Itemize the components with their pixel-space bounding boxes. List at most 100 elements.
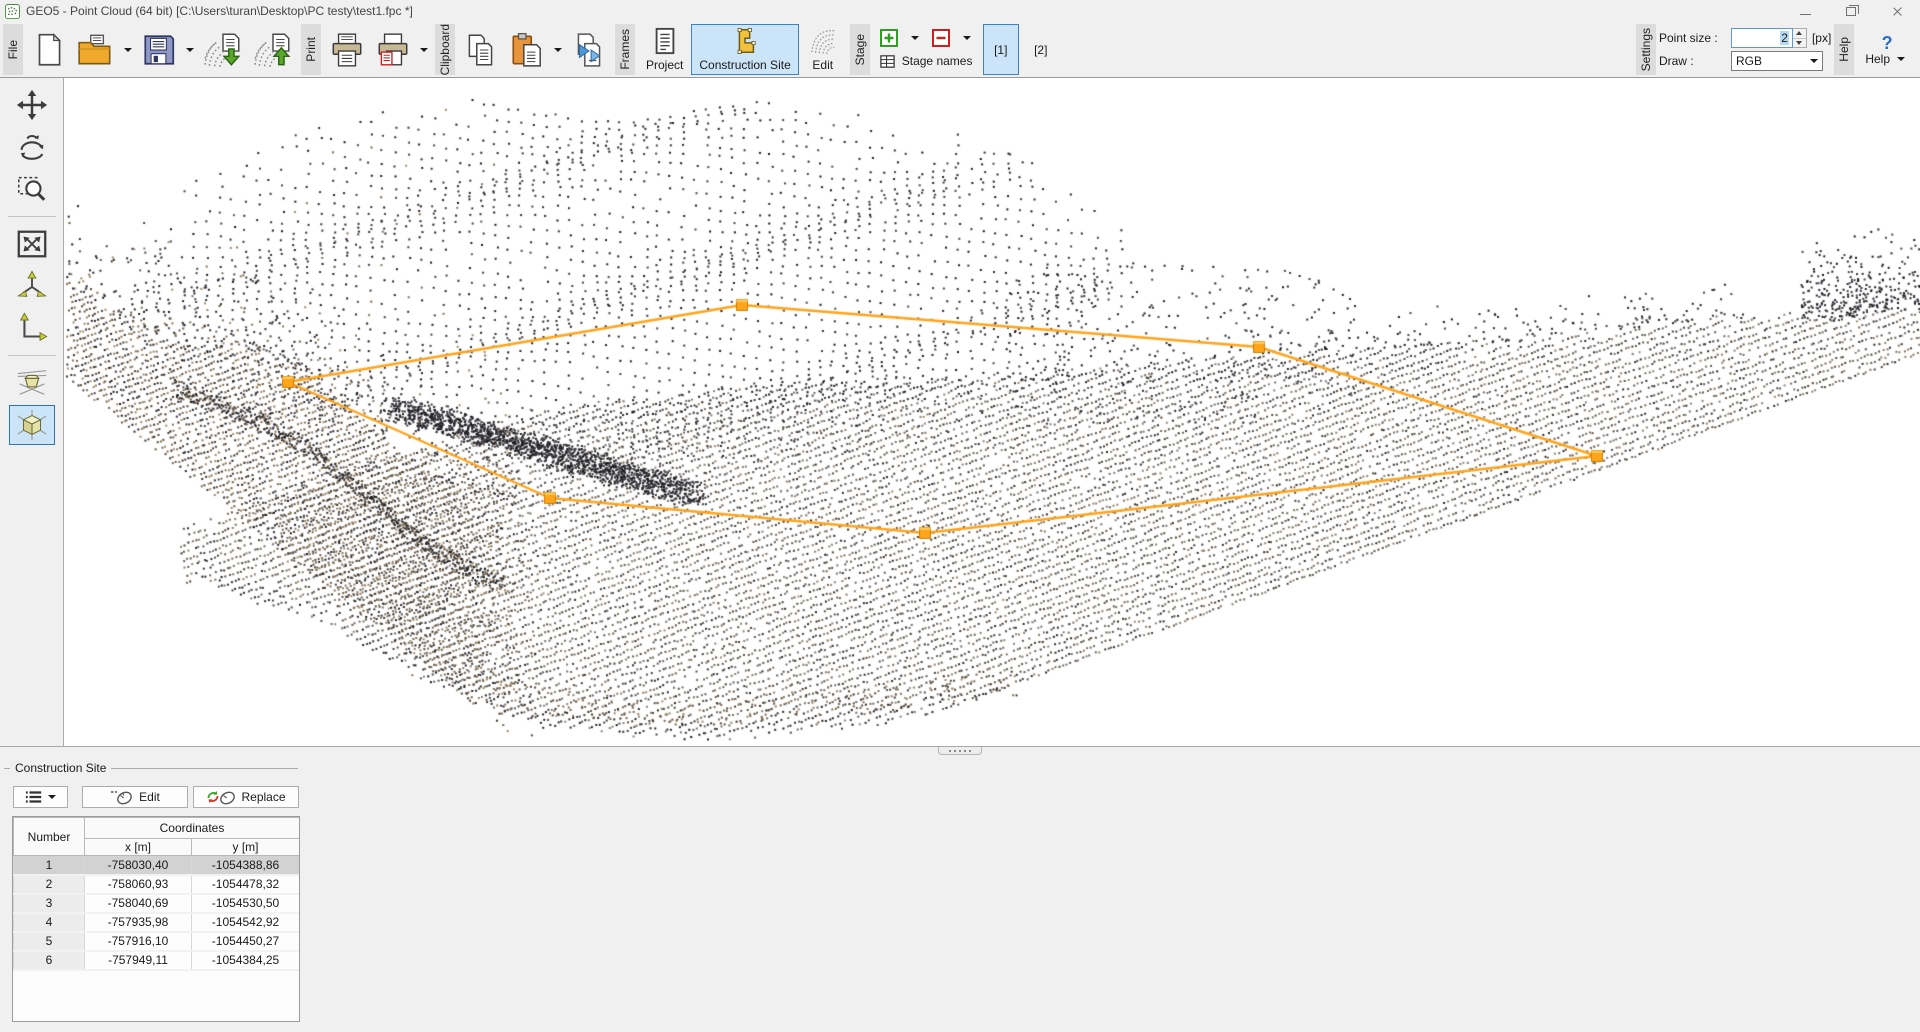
open-file-button[interactable] xyxy=(72,24,120,75)
new-file-button[interactable] xyxy=(26,24,72,75)
rotate-tool-button[interactable] xyxy=(9,127,55,167)
copy-button[interactable] xyxy=(458,24,504,75)
construction-site-panel: Construction Site Edit Replace Number xyxy=(0,757,1920,1032)
table-row[interactable]: 1-758030,40-1054388,86 xyxy=(14,856,300,875)
add-stage-caret-icon[interactable] xyxy=(911,36,919,40)
edit-polygon-button[interactable]: Edit xyxy=(82,786,188,808)
draw-mode-select[interactable]: RGB xyxy=(1731,51,1823,71)
help-button[interactable]: ? Help xyxy=(1857,24,1917,75)
pan-tool-button[interactable] xyxy=(9,85,55,125)
view-2d-axes-tool-button[interactable] xyxy=(9,308,55,348)
zoom-window-tool-button[interactable] xyxy=(9,169,55,209)
perspective-view-tool-button[interactable] xyxy=(9,363,55,403)
coordinate-y-cell[interactable]: -1054542,92 xyxy=(192,913,300,932)
remove-stage-caret-icon[interactable] xyxy=(963,36,971,40)
save-icon xyxy=(140,31,178,69)
axes-3d-icon xyxy=(15,269,49,303)
print-button[interactable] xyxy=(324,24,370,75)
stage-tab-2-label: [2] xyxy=(1034,43,1047,57)
clipboard-group-label: Clipboard xyxy=(438,24,452,75)
paste-button[interactable] xyxy=(504,24,550,75)
sidebar-separator xyxy=(8,355,56,356)
coordinate-x-cell[interactable]: -758060,93 xyxy=(85,875,192,894)
print-group-label: Print xyxy=(304,37,318,62)
table-row[interactable]: 4-757935,98-1054542,92 xyxy=(14,913,300,932)
app-window: GEO5 - Point Cloud (64 bit) [C:\Users\tu… xyxy=(0,0,1920,1032)
view-3d-axes-tool-button[interactable] xyxy=(9,266,55,306)
axonometric-view-icon xyxy=(15,408,49,442)
spinner-down-icon[interactable] xyxy=(1793,39,1806,48)
coordinates-table-box: Number Coordinates x [m] y [m] 1-758030,… xyxy=(12,816,300,1022)
stage-names-button[interactable]: Stage names xyxy=(877,50,981,74)
row-number-cell[interactable]: 1 xyxy=(14,856,85,875)
zoom-fit-icon xyxy=(15,227,49,261)
remove-stage-icon[interactable] xyxy=(931,28,951,48)
toolbar-group-frames: Frames xyxy=(615,24,635,75)
point-cloud-canvas[interactable] xyxy=(64,78,1920,746)
replace-polygon-button[interactable]: Replace xyxy=(193,786,299,808)
table-row[interactable]: 6-757949,11-1054384,25 xyxy=(14,951,300,970)
point-size-input[interactable]: 2 xyxy=(1731,28,1793,48)
paste-dropdown-caret-icon[interactable] xyxy=(554,48,562,52)
print-picture-button[interactable] xyxy=(370,24,416,75)
coordinate-y-cell[interactable]: -1054450,27 xyxy=(192,932,300,951)
mouse-edit-icon xyxy=(110,789,134,805)
table-row[interactable]: 2-758060,93-1054478,32 xyxy=(14,875,300,894)
coordinate-y-cell[interactable]: -1054388,86 xyxy=(192,856,300,875)
print-dropdown-caret-icon[interactable] xyxy=(420,48,428,52)
stage-tab-2[interactable]: [2] xyxy=(1023,24,1059,75)
splitter-grip-handle[interactable] xyxy=(938,747,982,755)
table-row[interactable]: 3-758040,69-1054530,50 xyxy=(14,894,300,913)
coordinate-x-cell[interactable]: -757916,10 xyxy=(85,932,192,951)
table-row[interactable]: 5-757916,10-1054450,27 xyxy=(14,932,300,951)
list-menu-button[interactable] xyxy=(13,786,68,808)
title-bar: GEO5 - Point Cloud (64 bit) [C:\Users\tu… xyxy=(0,0,1920,22)
stage-names-label: Stage names xyxy=(902,54,973,68)
export-point-cloud-button[interactable] xyxy=(248,24,298,75)
panel-title: Construction Site xyxy=(10,761,111,775)
coordinate-y-cell[interactable]: -1054384,25 xyxy=(192,951,300,970)
view-settings: Point size : 2 [px] Draw : RGB xyxy=(1659,24,1831,75)
close-button[interactable] xyxy=(1874,0,1920,22)
draw-mode-value: RGB xyxy=(1736,54,1762,68)
copy-picture-button[interactable] xyxy=(566,24,612,75)
row-number-cell[interactable]: 4 xyxy=(14,913,85,932)
coordinate-x-cell[interactable]: -758030,40 xyxy=(85,856,192,875)
frame-project-button[interactable]: Project xyxy=(638,24,691,75)
add-stage-icon[interactable] xyxy=(879,28,899,48)
open-dropdown-caret-icon[interactable] xyxy=(124,48,132,52)
stage-controls: Stage names xyxy=(877,24,981,75)
save-dropdown-caret-icon[interactable] xyxy=(186,48,194,52)
coordinates-table: Number Coordinates x [m] y [m] 1-758030,… xyxy=(13,817,300,971)
close-icon xyxy=(1892,6,1903,17)
save-file-button[interactable] xyxy=(136,24,182,75)
coordinate-x-cell[interactable]: -757949,11 xyxy=(85,951,192,970)
view-tools-sidebar xyxy=(0,78,64,746)
row-number-cell[interactable]: 3 xyxy=(14,894,85,913)
maximize-button[interactable] xyxy=(1828,0,1874,22)
printer-settings-icon xyxy=(374,31,412,69)
coordinate-x-cell[interactable]: -757935,98 xyxy=(85,913,192,932)
axonometric-view-tool-button[interactable] xyxy=(9,405,55,445)
toolbar-group-file: File xyxy=(3,24,23,75)
minimize-button[interactable] xyxy=(1782,0,1828,22)
coordinate-x-cell[interactable]: -758040,69 xyxy=(85,894,192,913)
coordinate-y-cell[interactable]: -1054478,32 xyxy=(192,875,300,894)
stage-tab-1[interactable]: [1] xyxy=(983,24,1019,75)
spinner-up-icon[interactable] xyxy=(1793,29,1806,39)
printer-icon xyxy=(328,31,366,69)
panel-group-legend: Construction Site xyxy=(0,760,300,776)
stage-names-icon xyxy=(879,53,896,70)
row-number-cell[interactable]: 2 xyxy=(14,875,85,894)
import-point-cloud-button[interactable] xyxy=(198,24,248,75)
point-size-spinner[interactable] xyxy=(1793,28,1807,48)
row-number-cell[interactable]: 5 xyxy=(14,932,85,951)
row-number-cell[interactable]: 6 xyxy=(14,951,85,970)
coordinate-y-cell[interactable]: -1054530,50 xyxy=(192,894,300,913)
frame-construction-site-button[interactable]: Construction Site xyxy=(691,24,798,75)
construction-site-button-label: Construction Site xyxy=(699,58,790,72)
zoom-fit-tool-button[interactable] xyxy=(9,224,55,264)
point-size-unit-label: [px] xyxy=(1812,31,1831,45)
frame-edit-button[interactable]: Edit xyxy=(799,24,847,75)
copy-picture-icon xyxy=(570,31,608,69)
